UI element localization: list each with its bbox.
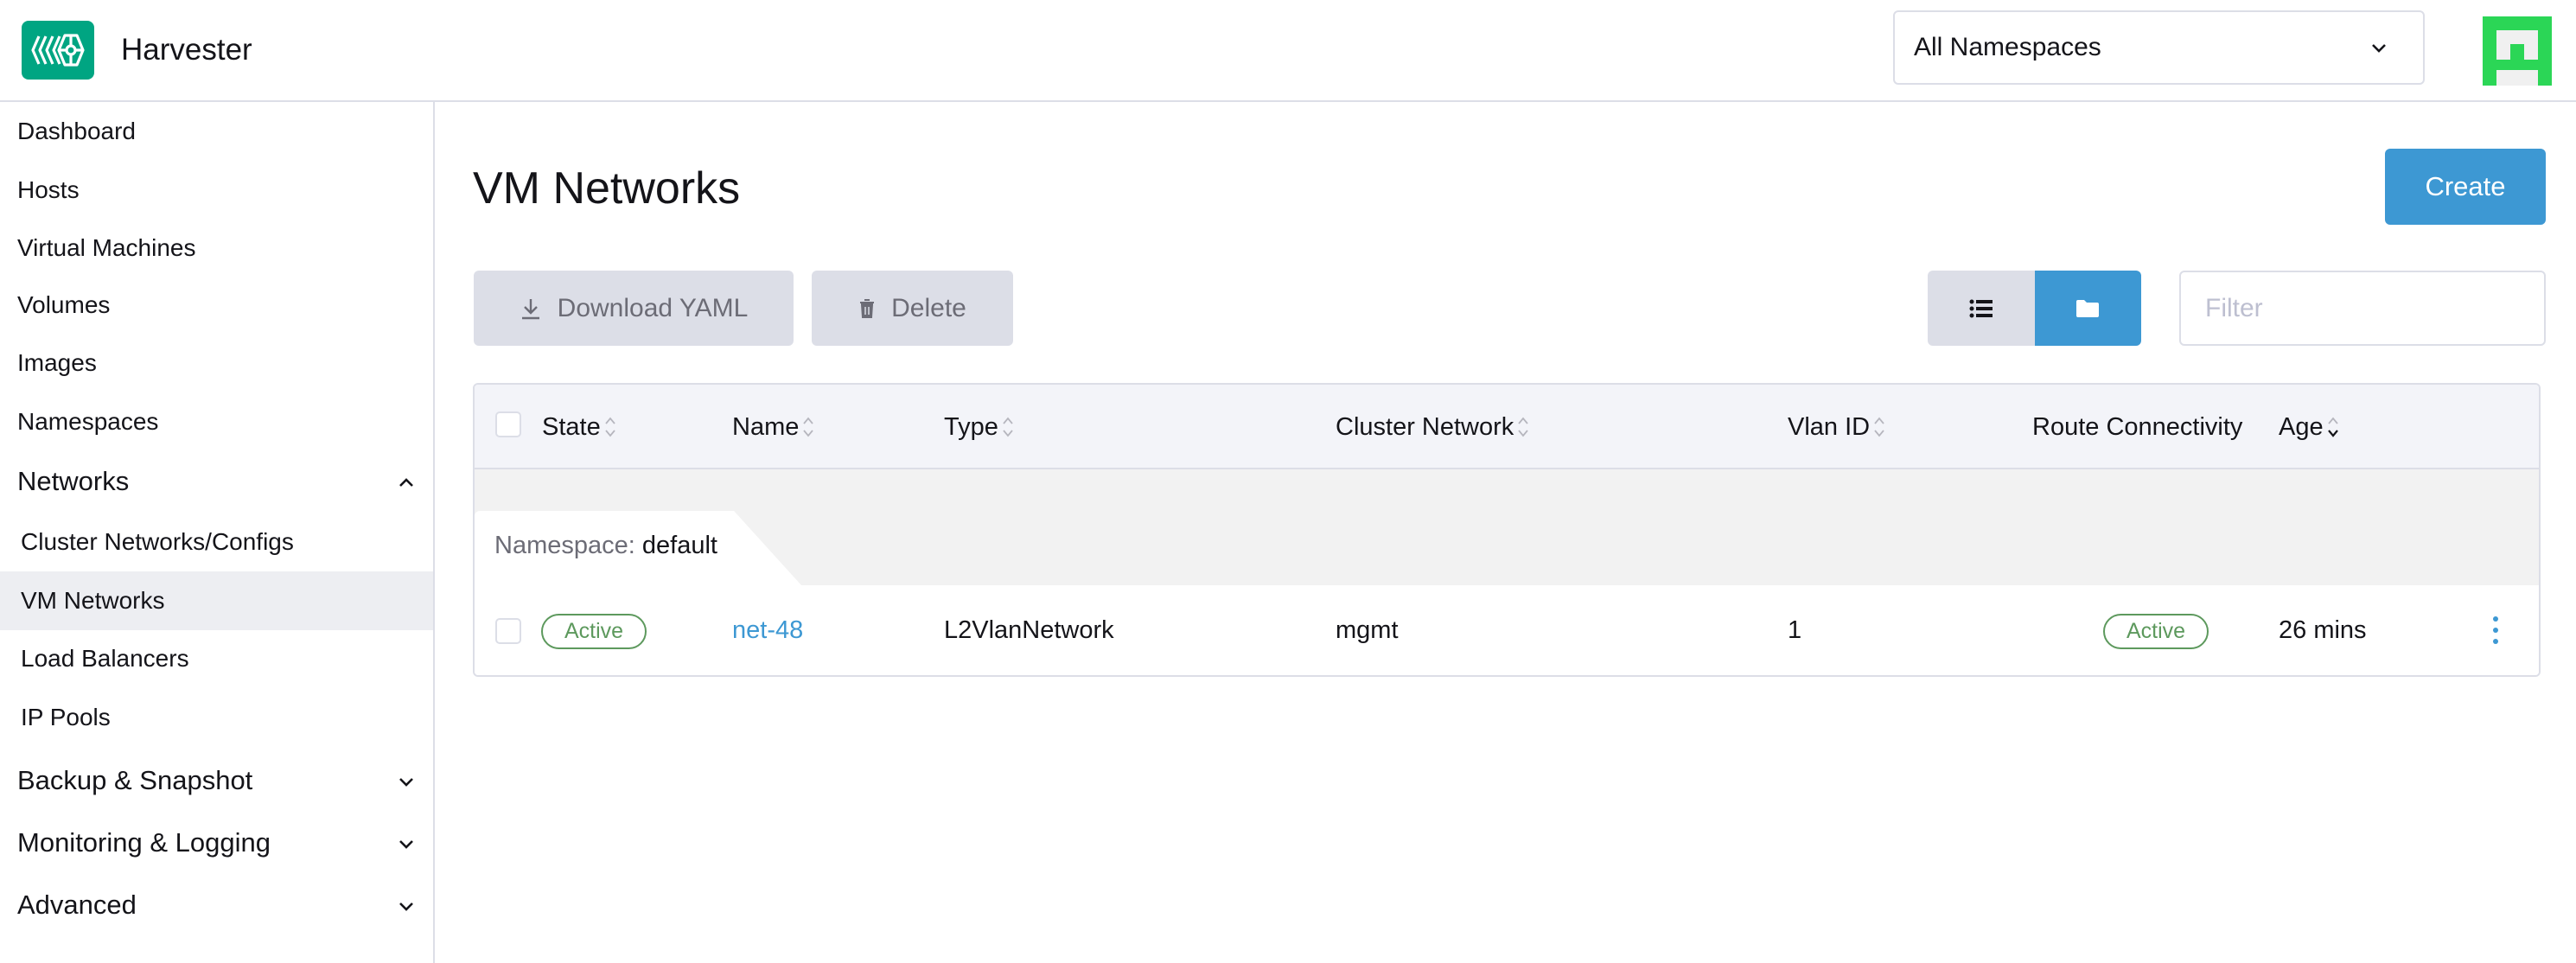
sidebar-group-backup-snapshot[interactable]: Backup & Snapshot: [0, 751, 433, 810]
sort-desc-icon: [2327, 417, 2338, 437]
app-title: Harvester: [121, 33, 252, 67]
sidebar-item-label: VM Networks: [21, 587, 165, 614]
namespace-select[interactable]: All Namespaces: [1893, 10, 2425, 85]
user-avatar[interactable]: [2483, 16, 2552, 86]
create-button[interactable]: Create: [2385, 149, 2546, 225]
list-view-button[interactable]: [1928, 271, 2035, 346]
list-icon: [1969, 299, 1993, 317]
column-header-age[interactable]: Age: [2279, 411, 2339, 443]
group-view-button[interactable]: [2034, 271, 2141, 346]
namespace-key: Namespace:: [494, 532, 635, 559]
kebab-dot: [2493, 628, 2498, 633]
page-title: VM Networks: [473, 163, 741, 214]
sidebar-item-ip-pools[interactable]: IP Pools: [0, 688, 433, 747]
column-header-type[interactable]: Type: [944, 411, 1014, 443]
column-header-name[interactable]: Name: [732, 411, 814, 443]
sidebar-item-volumes[interactable]: Volumes: [0, 276, 433, 335]
namespace-group-label: Namespace: default: [494, 530, 717, 561]
column-header-cluster-network[interactable]: Cluster Network: [1336, 411, 1529, 443]
network-name-link[interactable]: net-48: [732, 615, 803, 646]
download-yaml-label: Download YAML: [557, 293, 749, 322]
sort-icon: [1518, 417, 1528, 437]
sidebar-item-dashboard[interactable]: Dashboard: [0, 102, 433, 161]
sort-icon: [803, 417, 814, 437]
chevron-up-icon: [399, 478, 413, 487]
route-connectivity-badge: Active: [2103, 614, 2209, 649]
column-header-vlan-id[interactable]: Vlan ID: [1788, 411, 1885, 443]
column-header-label: Type: [944, 413, 998, 441]
sidebar-item-label: Advanced: [17, 890, 137, 920]
sidebar-group-monitoring-logging[interactable]: Monitoring & Logging: [0, 813, 433, 872]
filter-input[interactable]: [2179, 271, 2546, 346]
trash-icon: [860, 298, 875, 318]
sidebar-nav: Dashboard Hosts Virtual Machines Volumes…: [0, 102, 435, 963]
avatar-shape: [2496, 70, 2538, 86]
sidebar-item-label: Monitoring & Logging: [17, 827, 271, 858]
sidebar-item-label: Backup & Snapshot: [17, 765, 253, 795]
chevron-down-icon: [2372, 44, 2386, 53]
row-actions-menu[interactable]: [2487, 615, 2504, 646]
download-yaml-button[interactable]: Download YAML: [474, 271, 794, 346]
download-icon: [521, 298, 539, 319]
namespace-select-value: All Namespaces: [1914, 33, 2101, 61]
select-all-checkbox[interactable]: [495, 411, 521, 437]
cluster-network: mgmt: [1336, 616, 1399, 644]
kebab-dot: [2493, 639, 2498, 644]
namespace-group-row: Namespace: default: [475, 469, 2539, 585]
harvester-logo-icon: [31, 34, 85, 67]
column-header-label: Vlan ID: [1788, 413, 1871, 441]
sort-icon: [605, 417, 615, 437]
sidebar-item-label: IP Pools: [21, 704, 111, 730]
sidebar-item-label: Virtual Machines: [17, 234, 196, 261]
sidebar-group-advanced[interactable]: Advanced: [0, 876, 433, 934]
sidebar-item-label: Cluster Networks/Configs: [21, 528, 294, 555]
sidebar-item-load-balancers[interactable]: Load Balancers: [0, 629, 433, 688]
sidebar-item-vm-networks[interactable]: VM Networks: [0, 571, 433, 630]
network-type: L2VlanNetwork: [944, 616, 1114, 644]
column-header-state[interactable]: State: [542, 411, 616, 443]
namespace-value: default: [641, 532, 717, 559]
sort-icon: [1874, 417, 1884, 437]
sidebar-item-label: Namespaces: [17, 408, 159, 435]
sidebar-item-label: Volumes: [17, 291, 111, 318]
column-header-label: Cluster Network: [1336, 413, 1514, 441]
column-header-label: State: [542, 413, 601, 441]
table-row: Active net-48 L2VlanNetwork mgmt 1 Activ…: [475, 585, 2539, 675]
avatar-shape: [2510, 44, 2524, 60]
vm-networks-table: State Name Type Cluster Network Vlan ID …: [473, 383, 2541, 677]
sidebar-group-networks[interactable]: Networks: [0, 452, 433, 511]
delete-button[interactable]: Delete: [812, 271, 1013, 346]
top-header: Harvester All Namespaces: [0, 0, 2576, 102]
view-mode-toggle: [1928, 271, 2141, 346]
sidebar-item-label: Hosts: [17, 176, 80, 203]
vlan-id: 1: [1788, 616, 1802, 644]
sidebar-item-virtual-machines[interactable]: Virtual Machines: [0, 219, 433, 277]
delete-label: Delete: [891, 293, 966, 322]
sidebar-item-images[interactable]: Images: [0, 334, 433, 392]
sidebar-item-hosts[interactable]: Hosts: [0, 161, 433, 220]
sidebar-item-label: Load Balancers: [21, 645, 189, 672]
sidebar-item-namespaces[interactable]: Namespaces: [0, 392, 433, 451]
sidebar-item-cluster-networks[interactable]: Cluster Networks/Configs: [0, 513, 433, 571]
folder-icon: [2076, 299, 2100, 317]
sidebar-item-label: Networks: [17, 466, 130, 496]
column-header-label: Name: [732, 413, 800, 441]
harvester-logo[interactable]: [22, 21, 94, 80]
sort-icon: [1003, 417, 1013, 437]
age: 26 mins: [2279, 616, 2367, 644]
table-header: State Name Type Cluster Network Vlan ID …: [475, 385, 2539, 469]
chevron-down-icon: [399, 902, 413, 911]
chevron-down-icon: [399, 840, 413, 849]
column-header-label: Age: [2279, 413, 2324, 441]
state-badge: Active: [541, 614, 647, 649]
column-header-label: Route Connectivity: [2032, 413, 2243, 441]
chevron-down-icon: [399, 778, 413, 787]
kebab-dot: [2493, 616, 2498, 622]
column-header-route-connectivity: Route Connectivity: [2032, 411, 2242, 443]
sidebar-item-label: Dashboard: [17, 118, 136, 144]
sidebar-item-label: Images: [17, 349, 97, 376]
row-checkbox[interactable]: [495, 618, 521, 644]
